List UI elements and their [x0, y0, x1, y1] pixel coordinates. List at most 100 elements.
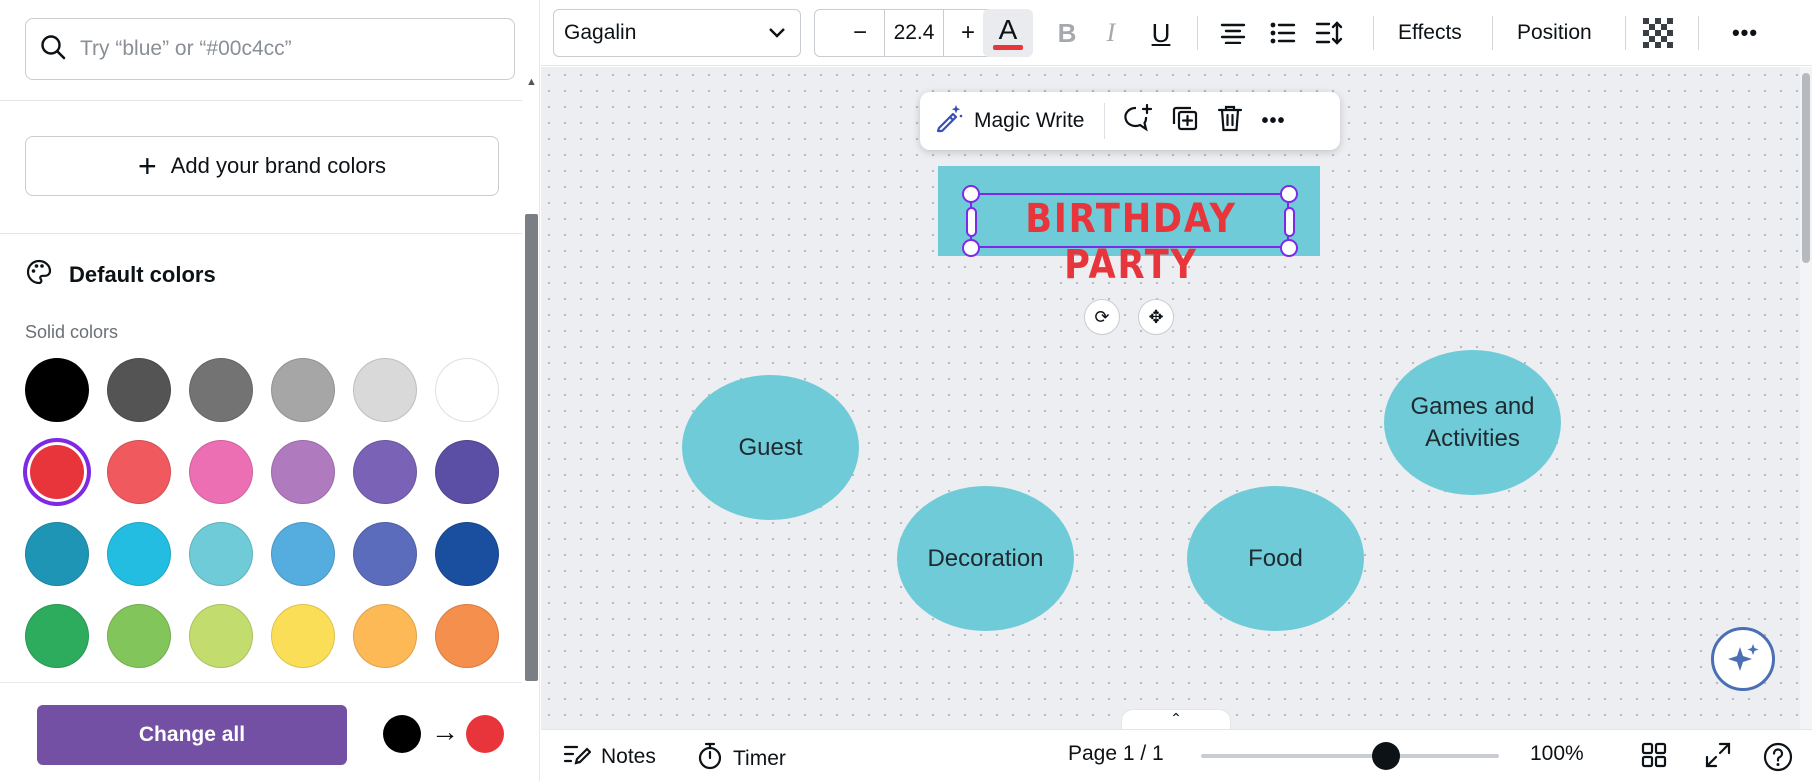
resize-handle-top-left[interactable]: [962, 185, 980, 203]
color-swatch[interactable]: [353, 522, 417, 586]
toolbar-separator: [1373, 16, 1374, 50]
color-swatch[interactable]: [107, 440, 171, 504]
panel-scrollbar[interactable]: [525, 214, 538, 681]
font-size-value[interactable]: 22.4: [884, 10, 944, 56]
color-swatch[interactable]: [435, 522, 499, 586]
timer-button[interactable]: Timer: [697, 742, 786, 776]
page-indicator[interactable]: Page 1 / 1: [1068, 742, 1164, 766]
transparency-icon[interactable]: [1641, 9, 1675, 57]
decrease-font-size-button[interactable]: −: [836, 10, 884, 56]
zoom-level[interactable]: 100%: [1530, 742, 1584, 766]
fullscreen-icon[interactable]: [1705, 742, 1731, 768]
color-swatch[interactable]: [107, 358, 171, 422]
to-color-swatch: [466, 715, 504, 753]
color-swatch[interactable]: [189, 358, 253, 422]
color-swatch[interactable]: [25, 522, 89, 586]
color-swatch[interactable]: [435, 440, 499, 504]
element-context-toolbar: Magic Write •••: [920, 92, 1340, 150]
node-games-activities[interactable]: Games and Activities: [1384, 350, 1561, 495]
move-icon[interactable]: ✥: [1138, 299, 1174, 335]
sparkle-assistant-icon[interactable]: [1711, 627, 1775, 691]
color-swatch[interactable]: [25, 358, 89, 422]
text-color-button[interactable]: A: [983, 9, 1033, 57]
plus-icon: +: [138, 148, 157, 184]
color-search-box[interactable]: [25, 18, 515, 80]
resize-handle-bottom-left[interactable]: [962, 239, 980, 257]
search-icon: [40, 34, 66, 65]
show-pages-toggle[interactable]: ⌃: [1121, 709, 1231, 731]
bulleted-list-icon[interactable]: [1261, 9, 1305, 57]
color-swatch[interactable]: [353, 440, 417, 504]
chevron-down-icon: [768, 21, 786, 45]
color-swatch[interactable]: [25, 604, 89, 668]
color-swatch[interactable]: [271, 522, 335, 586]
canvas-scrollbar[interactable]: [1800, 67, 1812, 729]
duplicate-icon[interactable]: [1171, 104, 1199, 139]
toolbar-separator: [1625, 16, 1626, 50]
underline-button[interactable]: U: [1139, 9, 1183, 57]
canvas-scrollbar-thumb[interactable]: [1802, 73, 1810, 263]
font-family-dropdown[interactable]: Gagalin: [553, 9, 801, 57]
change-all-button[interactable]: Change all: [37, 705, 347, 765]
color-swatch[interactable]: [189, 604, 253, 668]
color-search-input[interactable]: [80, 37, 480, 61]
resize-handle-left[interactable]: [966, 207, 977, 237]
more-actions-button[interactable]: •••: [1261, 110, 1285, 133]
node-food[interactable]: Food: [1187, 486, 1364, 631]
resize-handle-right[interactable]: [1284, 207, 1295, 237]
effects-button[interactable]: Effects: [1388, 9, 1472, 57]
color-swatch[interactable]: [435, 358, 499, 422]
color-swatch[interactable]: [271, 604, 335, 668]
node-decoration[interactable]: Decoration: [897, 486, 1074, 631]
italic-button[interactable]: I: [1089, 9, 1133, 57]
timer-label: Timer: [733, 747, 786, 770]
more-options-button[interactable]: •••: [1721, 9, 1769, 57]
align-center-icon[interactable]: [1211, 9, 1255, 57]
position-button[interactable]: Position: [1507, 9, 1602, 57]
toolbar-separator: [1698, 16, 1699, 50]
color-swatch[interactable]: [271, 440, 335, 504]
trash-icon[interactable]: [1217, 104, 1243, 139]
grid-view-icon[interactable]: [1641, 742, 1667, 768]
color-swatch[interactable]: [353, 604, 417, 668]
divider: [0, 100, 522, 101]
color-swatch[interactable]: [107, 604, 171, 668]
text-color-indicator: [993, 44, 1023, 50]
color-swatch[interactable]: [189, 440, 253, 504]
default-colors-header: Default colors: [25, 258, 216, 291]
add-brand-colors-label: Add your brand colors: [170, 153, 386, 178]
zoom-slider-knob[interactable]: [1371, 742, 1400, 770]
notes-icon: [563, 742, 592, 772]
add-comment-icon[interactable]: [1123, 103, 1153, 139]
color-swatch[interactable]: [435, 604, 499, 668]
bottom-bar: Notes Timer Page 1 / 1 100%: [541, 729, 1812, 781]
palette-icon: [25, 258, 53, 291]
line-spacing-icon[interactable]: [1307, 9, 1351, 57]
node-label: Decoration: [927, 544, 1044, 572]
node-label: Games and: [1410, 392, 1535, 420]
node-label: Guest: [738, 433, 803, 461]
panel-scroll-up-arrow[interactable]: ▲: [526, 76, 537, 88]
selection-box: [970, 193, 1289, 248]
color-swatch[interactable]: [107, 522, 171, 586]
color-swatch[interactable]: [271, 358, 335, 422]
default-colors-title: Default colors: [69, 261, 216, 287]
zoom-slider[interactable]: [1201, 742, 1499, 770]
magic-write-button[interactable]: Magic Write: [934, 103, 1106, 139]
rotate-icon[interactable]: ⟳: [1084, 299, 1120, 335]
color-swatch[interactable]: [25, 440, 89, 504]
magic-pen-icon: [934, 103, 964, 139]
node-guest[interactable]: Guest: [682, 375, 859, 520]
resize-handle-top-right[interactable]: [1280, 185, 1298, 203]
add-brand-colors-button[interactable]: + Add your brand colors: [25, 136, 499, 196]
text-toolbar: Gagalin − 22.4 + A B I U Effects Positio…: [541, 0, 1812, 66]
resize-handle-bottom-right[interactable]: [1280, 239, 1298, 257]
color-swatch[interactable]: [189, 522, 253, 586]
notes-button[interactable]: Notes: [563, 742, 656, 772]
notes-label: Notes: [601, 745, 656, 768]
bold-button[interactable]: B: [1045, 9, 1089, 57]
arrow-right-icon: →: [431, 716, 459, 747]
help-icon[interactable]: [1763, 742, 1793, 772]
divider: [0, 233, 522, 234]
color-swatch[interactable]: [353, 358, 417, 422]
